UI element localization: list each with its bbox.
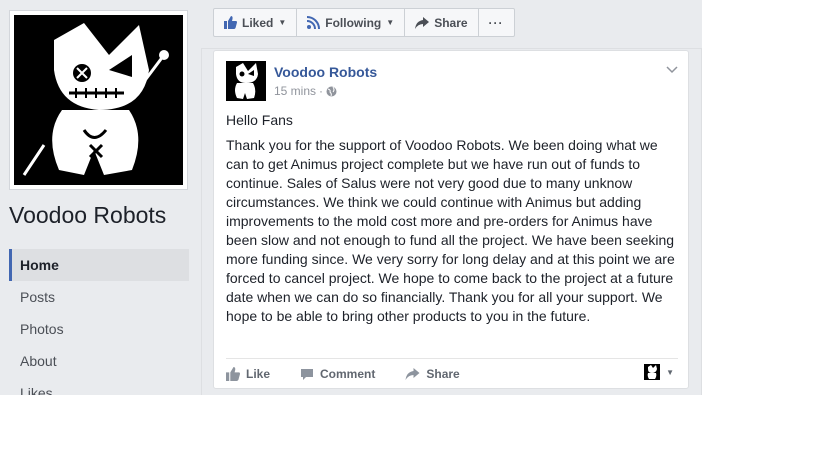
post-options-chevron-icon[interactable] (666, 63, 678, 77)
comment-button[interactable]: Comment (300, 367, 375, 381)
profile-picture[interactable] (9, 10, 188, 190)
chevron-down-icon: ▼ (278, 18, 287, 27)
page-name[interactable]: Voodoo Robots (9, 202, 166, 229)
page-action-bar: Liked ▼ Following ▼ Share ··· (213, 8, 515, 37)
nav-item-about[interactable]: About (9, 345, 189, 377)
share-label: Share (426, 367, 460, 381)
chevron-down-icon: ▼ (666, 367, 674, 377)
following-button[interactable]: Following ▼ (297, 8, 406, 37)
post-card: Voodoo Robots 15 mins · Hello Fans Thank… (213, 50, 689, 389)
page-nav: Home Posts Photos About Likes (9, 249, 189, 395)
like-label: Like (246, 367, 271, 381)
share-page-button[interactable]: Share (405, 8, 479, 37)
meta-separator: · (319, 84, 324, 98)
comment-label: Comment (320, 367, 376, 381)
chevron-down-icon: ▼ (386, 18, 395, 27)
more-options-button[interactable]: ··· (478, 8, 515, 37)
voodoo-doll-logo (14, 15, 183, 185)
share-arrow-icon (405, 368, 420, 380)
post-actions: Like Comment Share ▼ (226, 358, 678, 389)
post-message: Thank you for the support of Voodoo Robo… (226, 137, 675, 324)
liked-button[interactable]: Liked ▼ (213, 8, 298, 37)
post-meta: 15 mins · (274, 84, 337, 98)
share-button[interactable]: Share (405, 367, 460, 381)
post-body: Hello Fans Thank you for the support of … (226, 111, 676, 332)
comment-bubble-icon (300, 368, 314, 381)
ellipsis-icon: ··· (488, 15, 504, 30)
share-arrow-icon (415, 16, 430, 29)
globe-icon (326, 86, 337, 97)
liked-label: Liked (242, 15, 274, 30)
post-greeting: Hello Fans (226, 112, 293, 128)
rss-icon (307, 16, 321, 29)
thumbs-up-icon (224, 16, 237, 29)
post-as-selector[interactable]: ▼ (644, 364, 674, 380)
nav-item-posts[interactable]: Posts (9, 281, 189, 313)
nav-item-home[interactable]: Home (9, 249, 189, 281)
nav-item-likes[interactable]: Likes (9, 377, 189, 395)
following-label: Following (325, 15, 382, 30)
share-label: Share (434, 15, 468, 30)
thumbs-up-icon (226, 367, 240, 381)
post-author[interactable]: Voodoo Robots (274, 64, 377, 80)
author-avatar[interactable] (226, 61, 266, 101)
like-button[interactable]: Like (226, 367, 270, 381)
nav-item-photos[interactable]: Photos (9, 313, 189, 345)
page-avatar-mini (644, 364, 661, 380)
post-timestamp[interactable]: 15 mins (274, 84, 316, 98)
